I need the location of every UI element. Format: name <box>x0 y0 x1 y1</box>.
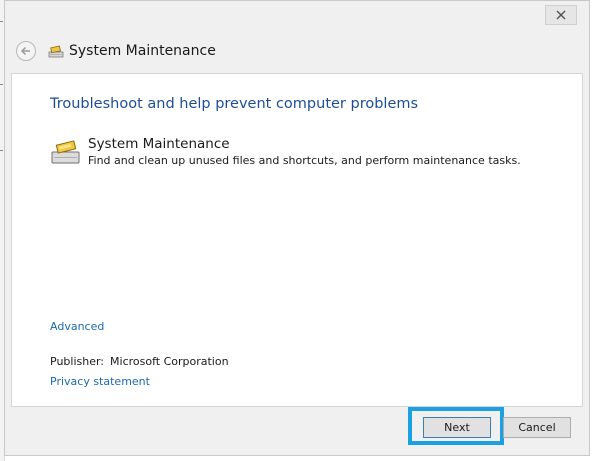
close-icon <box>556 10 566 20</box>
background-tick <box>0 150 3 151</box>
close-button[interactable] <box>545 5 577 25</box>
button-bar: Next Cancel <box>5 407 589 455</box>
item-title: System Maintenance <box>88 136 230 152</box>
window-header: System Maintenance <box>5 31 589 71</box>
maintenance-icon <box>50 138 82 166</box>
item-description: Find and clean up unused files and short… <box>88 154 521 167</box>
troubleshooter-item: System Maintenance Find and clean up unu… <box>50 136 521 168</box>
privacy-statement-link[interactable]: Privacy statement <box>50 375 150 388</box>
cancel-button[interactable]: Cancel <box>503 417 571 438</box>
window-title: System Maintenance <box>69 43 216 59</box>
advanced-link[interactable]: Advanced <box>50 320 104 333</box>
publisher-value: Microsoft Corporation <box>110 355 229 368</box>
troubleshooter-window: System Maintenance Troubleshoot and help… <box>4 0 590 456</box>
back-arrow-icon <box>20 46 30 56</box>
content-panel: Troubleshoot and help prevent computer p… <box>11 73 583 407</box>
maintenance-icon <box>48 44 64 58</box>
publisher-info: Publisher: Microsoft Corporation <box>50 355 229 368</box>
publisher-label: Publisher: <box>50 355 105 368</box>
next-button[interactable]: Next <box>423 417 491 438</box>
item-text: System Maintenance Find and clean up unu… <box>88 136 521 168</box>
background-tick <box>0 84 3 85</box>
page: System Maintenance Troubleshoot and help… <box>0 0 593 461</box>
page-heading: Troubleshoot and help prevent computer p… <box>50 96 419 112</box>
back-button[interactable] <box>16 41 36 61</box>
background-tick <box>0 21 3 22</box>
